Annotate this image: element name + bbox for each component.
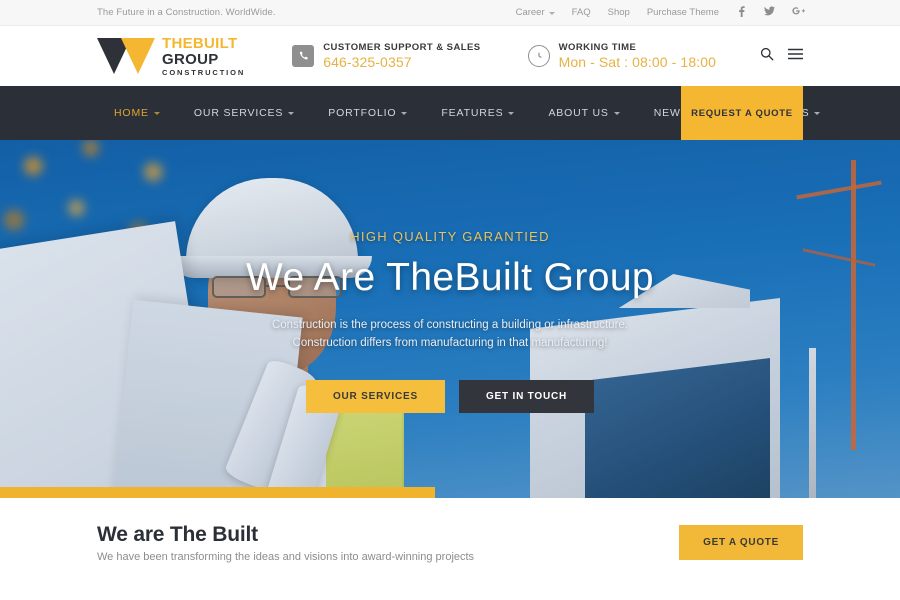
hero-banner: HIGH QUALITY GARANTIED We Are TheBuilt G… — [0, 140, 900, 498]
main-navigation: HOME OUR SERVICES PORTFOLIO FEATURES ABO… — [0, 86, 900, 140]
site-header: THEBUILT GROUP CONSTRUCTION CUSTOMER SUP… — [0, 26, 900, 86]
phone-icon — [292, 45, 315, 67]
chevron-down-icon — [613, 111, 620, 115]
nav-item-portfolio[interactable]: PORTFOLIO — [311, 86, 424, 140]
our-services-button[interactable]: OUR SERVICES — [305, 379, 445, 413]
accent-bar — [0, 487, 435, 498]
top-bar: The Future in a Construction. WorldWide.… — [0, 0, 900, 26]
logo[interactable]: THEBUILT GROUP CONSTRUCTION — [97, 36, 245, 77]
working-time-value: Mon - Sat : 08:00 - 18:00 — [558, 54, 716, 70]
logo-triangle-gold — [121, 38, 155, 74]
get-in-touch-button[interactable]: GET IN TOUCH — [458, 379, 595, 413]
about-subtitle: We have been transforming the ideas and … — [97, 550, 475, 563]
logo-line-1: THEBUILT — [162, 34, 238, 52]
logo-line-2: GROUP — [162, 50, 219, 68]
nav-item-label: ABOUT US — [548, 107, 609, 119]
clock-icon — [527, 45, 550, 67]
logo-text: THEBUILT GROUP CONSTRUCTION — [162, 36, 245, 77]
chevron-down-icon — [508, 111, 515, 115]
support-label: CUSTOMER SUPPORT & SALES — [323, 42, 481, 53]
nav-item-about-us[interactable]: ABOUT US — [531, 86, 636, 140]
hero-content: HIGH QUALITY GARANTIED We Are TheBuilt G… — [0, 140, 900, 498]
facebook-icon[interactable] — [736, 5, 747, 20]
chevron-down-icon — [548, 12, 555, 15]
chevron-down-icon — [288, 111, 295, 115]
logo-line-3: CONSTRUCTION — [162, 67, 246, 77]
google-plus-icon[interactable] — [792, 6, 805, 19]
top-bar-link-career[interactable]: Career — [516, 7, 555, 18]
nav-item-label: OUR SERVICES — [193, 107, 284, 119]
about-text: We are The Built We have been transformi… — [97, 523, 474, 563]
top-bar-link-shop[interactable]: Shop — [608, 7, 630, 18]
working-time-block: WORKING TIME Mon - Sat : 08:00 - 18:00 — [527, 42, 716, 70]
hero-kicker: HIGH QUALITY GARANTIED — [350, 229, 550, 245]
nav-item-label: FEATURES — [441, 107, 504, 119]
hero-subtitle-line-1: Construction is the process of construct… — [271, 319, 629, 332]
top-bar-link-label: Career — [515, 7, 545, 18]
request-a-quote-button[interactable]: REQUEST A QUOTE — [681, 86, 803, 140]
twitter-icon[interactable] — [764, 6, 775, 19]
hero-buttons: OUR SERVICES GET IN TOUCH — [305, 379, 595, 413]
top-bar-link-faq[interactable]: FAQ — [572, 7, 591, 18]
top-bar-tagline: The Future in a Construction. WorldWide. — [97, 7, 276, 18]
nav-item-label: HOME — [114, 107, 149, 119]
chevron-down-icon — [814, 111, 821, 115]
chevron-down-icon — [153, 111, 160, 115]
logo-mark-icon — [97, 38, 155, 74]
working-time-label: WORKING TIME — [558, 42, 637, 53]
top-bar-links: Career FAQ Shop Purchase Theme — [516, 5, 805, 20]
hamburger-menu-icon[interactable] — [788, 47, 803, 65]
hero-subtitle-line-2: Construction differs from manufacturing … — [292, 337, 608, 349]
nav-item-home[interactable]: HOME — [97, 86, 177, 140]
nav-item-features[interactable]: FEATURES — [424, 86, 531, 140]
hero-subtitle: Construction is the process of construct… — [272, 317, 628, 353]
top-bar-link-purchase-theme[interactable]: Purchase Theme — [647, 7, 719, 18]
support-phone-number[interactable]: 646-325-0357 — [323, 54, 480, 70]
about-strip: We are The Built We have been transformi… — [0, 498, 900, 587]
about-title: We are The Built — [97, 522, 258, 546]
get-a-quote-button[interactable]: GET A QUOTE — [679, 525, 803, 560]
nav-item-label: PORTFOLIO — [328, 107, 397, 119]
customer-support-block: CUSTOMER SUPPORT & SALES 646-325-0357 — [292, 42, 480, 70]
search-icon[interactable] — [760, 47, 774, 66]
chevron-down-icon — [401, 111, 408, 115]
hero-title: We Are TheBuilt Group — [246, 256, 654, 300]
nav-item-our-services[interactable]: OUR SERVICES — [177, 86, 311, 140]
header-tools — [760, 47, 803, 66]
